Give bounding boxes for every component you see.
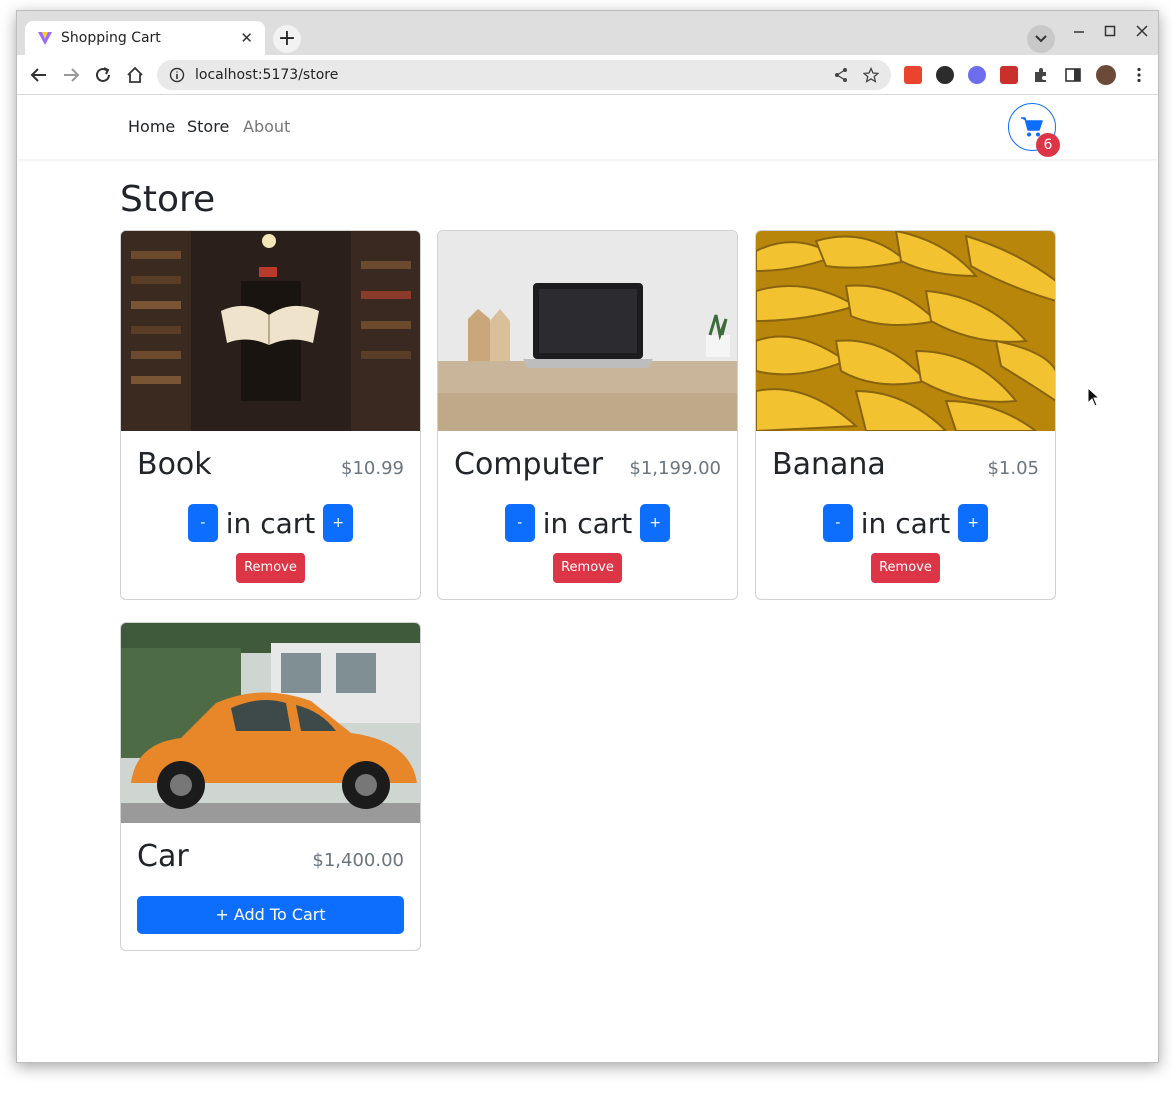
extension-percent-icon[interactable]: [904, 66, 922, 84]
decrease-quantity-button[interactable]: -: [822, 504, 853, 542]
chevron-down-icon: [1035, 35, 1047, 43]
side-panel-icon[interactable]: [1064, 66, 1082, 84]
remove-button[interactable]: Remove: [236, 553, 305, 583]
site-info-icon[interactable]: [169, 67, 185, 83]
extension-snowflake-icon[interactable]: [968, 66, 986, 84]
car-image: [121, 623, 420, 823]
product-card-book: Book $10.99 - in cart + Remove: [120, 230, 421, 600]
product-card-car: Car $1,400.00 + Add To Cart: [120, 622, 421, 951]
in-cart-label: in cart: [542, 506, 633, 540]
address-bar[interactable]: localhost:5173/store: [157, 60, 891, 90]
page-title: Store: [120, 179, 216, 220]
add-to-cart-button[interactable]: + Add To Cart: [137, 896, 404, 934]
product-name: Book: [137, 447, 212, 482]
tab-close-icon[interactable]: ✕: [240, 29, 253, 47]
new-tab-button[interactable]: +: [273, 25, 301, 53]
page-content: Home Store About 6 Store Book $10.99 - i…: [17, 95, 1158, 1062]
tab-title: Shopping Cart: [61, 30, 161, 46]
decrease-quantity-button[interactable]: -: [504, 504, 535, 542]
extension-red-icon[interactable]: [1000, 66, 1018, 84]
back-icon[interactable]: [28, 64, 50, 86]
product-card-computer: Computer $1,199.00 - in cart + Remove: [437, 230, 738, 600]
maximize-icon[interactable]: [1100, 23, 1120, 41]
nav-home-link[interactable]: Home: [128, 117, 175, 136]
increase-quantity-button[interactable]: +: [640, 504, 671, 542]
product-price: $1,199.00: [629, 458, 721, 479]
product-price: $1.05: [987, 458, 1039, 479]
nav-about-link[interactable]: About: [243, 117, 290, 136]
product-price: $1,400.00: [312, 850, 404, 871]
reload-icon[interactable]: [92, 64, 114, 86]
product-name: Car: [137, 839, 189, 874]
product-name: Banana: [772, 447, 886, 482]
bookmark-star-icon[interactable]: [863, 67, 879, 83]
decrease-quantity-button[interactable]: -: [187, 504, 218, 542]
browser-toolbar: localhost:5173/store: [17, 55, 1158, 95]
increase-quantity-button[interactable]: +: [323, 504, 354, 542]
increase-quantity-button[interactable]: +: [958, 504, 989, 542]
minimize-icon[interactable]: [1069, 23, 1089, 41]
in-cart-label: in cart: [225, 506, 316, 540]
nav-store-link[interactable]: Store: [187, 117, 229, 136]
extensions-puzzle-icon[interactable]: [1032, 66, 1050, 84]
computer-image: [438, 231, 737, 431]
in-cart-label: in cart: [860, 506, 951, 540]
share-icon[interactable]: [833, 67, 849, 83]
mouse-cursor-icon: [1087, 387, 1101, 407]
url-text[interactable]: localhost:5173/store: [195, 67, 833, 83]
tab-search-button[interactable]: [1027, 25, 1055, 53]
forward-icon[interactable]: [60, 64, 82, 86]
vite-favicon-icon: [38, 32, 52, 45]
remove-button[interactable]: Remove: [871, 553, 940, 583]
app-navbar: Home Store About 6: [17, 95, 1158, 159]
book-image: [121, 231, 420, 431]
extension-orange-icon[interactable]: [936, 66, 954, 84]
banana-image: [756, 231, 1055, 431]
close-window-icon[interactable]: [1132, 23, 1152, 41]
home-icon[interactable]: [124, 64, 146, 86]
profile-avatar[interactable]: [1096, 65, 1116, 85]
remove-button[interactable]: Remove: [553, 553, 622, 583]
browser-window: Shopping Cart ✕ + localhost:5173/store H…: [16, 10, 1159, 1063]
menu-kebab-icon[interactable]: [1130, 66, 1148, 84]
browser-tab[interactable]: Shopping Cart ✕: [25, 21, 265, 55]
product-card-banana: Banana $1.05 - in cart + Remove: [755, 230, 1056, 600]
product-name: Computer: [454, 447, 604, 482]
product-price: $10.99: [341, 458, 404, 479]
tab-strip: Shopping Cart ✕ +: [17, 11, 1158, 55]
cart-count-badge: 6: [1036, 133, 1060, 157]
